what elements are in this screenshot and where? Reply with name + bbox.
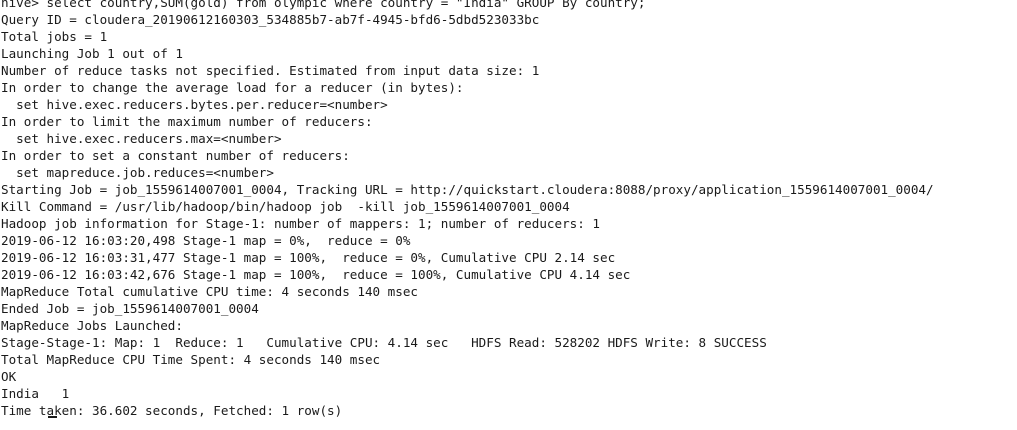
jobs-launched-line: MapReduce Jobs Launched: (1, 318, 183, 333)
average-load-hint-line: In order to change the average load for … (1, 80, 464, 95)
time-taken-line: Time taken: 36.602 seconds, Fetched: 1 r… (0, 402, 1017, 419)
kill-command-line: Kill Command = /usr/lib/hadoop/bin/hadoo… (1, 199, 570, 214)
hadoop-job-info-line: Hadoop job information for Stage-1: numb… (1, 216, 600, 231)
query-id-line: Query ID = cloudera_20190612160303_53488… (1, 12, 540, 27)
stage-progress-line: 2019-06-12 16:03:31,477 Stage-1 map = 10… (1, 250, 616, 265)
query-result-row: India 1 (1, 386, 70, 401)
launching-job-line: Launching Job 1 out of 1 (1, 46, 183, 61)
text-cursor (48, 416, 57, 418)
starting-job-line: Starting Job = job_1559614007001_0004, T… (1, 182, 934, 197)
limit-reducers-hint-line: In order to limit the maximum number of … (1, 114, 373, 129)
terminal-output[interactable]: hive> select country,SUM(gold) from olym… (0, 0, 1017, 430)
cumulative-cpu-time-line: MapReduce Total cumulative CPU time: 4 s… (1, 284, 419, 299)
stage-progress-line: 2019-06-12 16:03:42,676 Stage-1 map = 10… (1, 267, 631, 282)
hive-query-command: hive> select country,SUM(gold) from olym… (1, 0, 646, 10)
reduce-tasks-line: Number of reduce tasks not specified. Es… (1, 63, 540, 78)
stage-progress-line: 2019-06-12 16:03:20,498 Stage-1 map = 0%… (1, 233, 411, 248)
stage-summary-line: Stage-Stage-1: Map: 1 Reduce: 1 Cumulati… (1, 335, 767, 350)
total-jobs-line: Total jobs = 1 (1, 29, 108, 44)
reducers-max-setting-line: set hive.exec.reducers.max=<number> (1, 131, 282, 146)
ended-job-line: Ended Job = job_1559614007001_0004 (1, 301, 259, 316)
ok-status-line: OK (1, 369, 17, 384)
constant-reducers-hint-line: In order to set a constant number of red… (1, 148, 350, 163)
total-cpu-time-line: Total MapReduce CPU Time Spent: 4 second… (1, 352, 381, 367)
bytes-per-reducer-setting-line: set hive.exec.reducers.bytes.per.reducer… (1, 97, 388, 112)
job-reduces-setting-line: set mapreduce.job.reduces=<number> (1, 165, 274, 180)
